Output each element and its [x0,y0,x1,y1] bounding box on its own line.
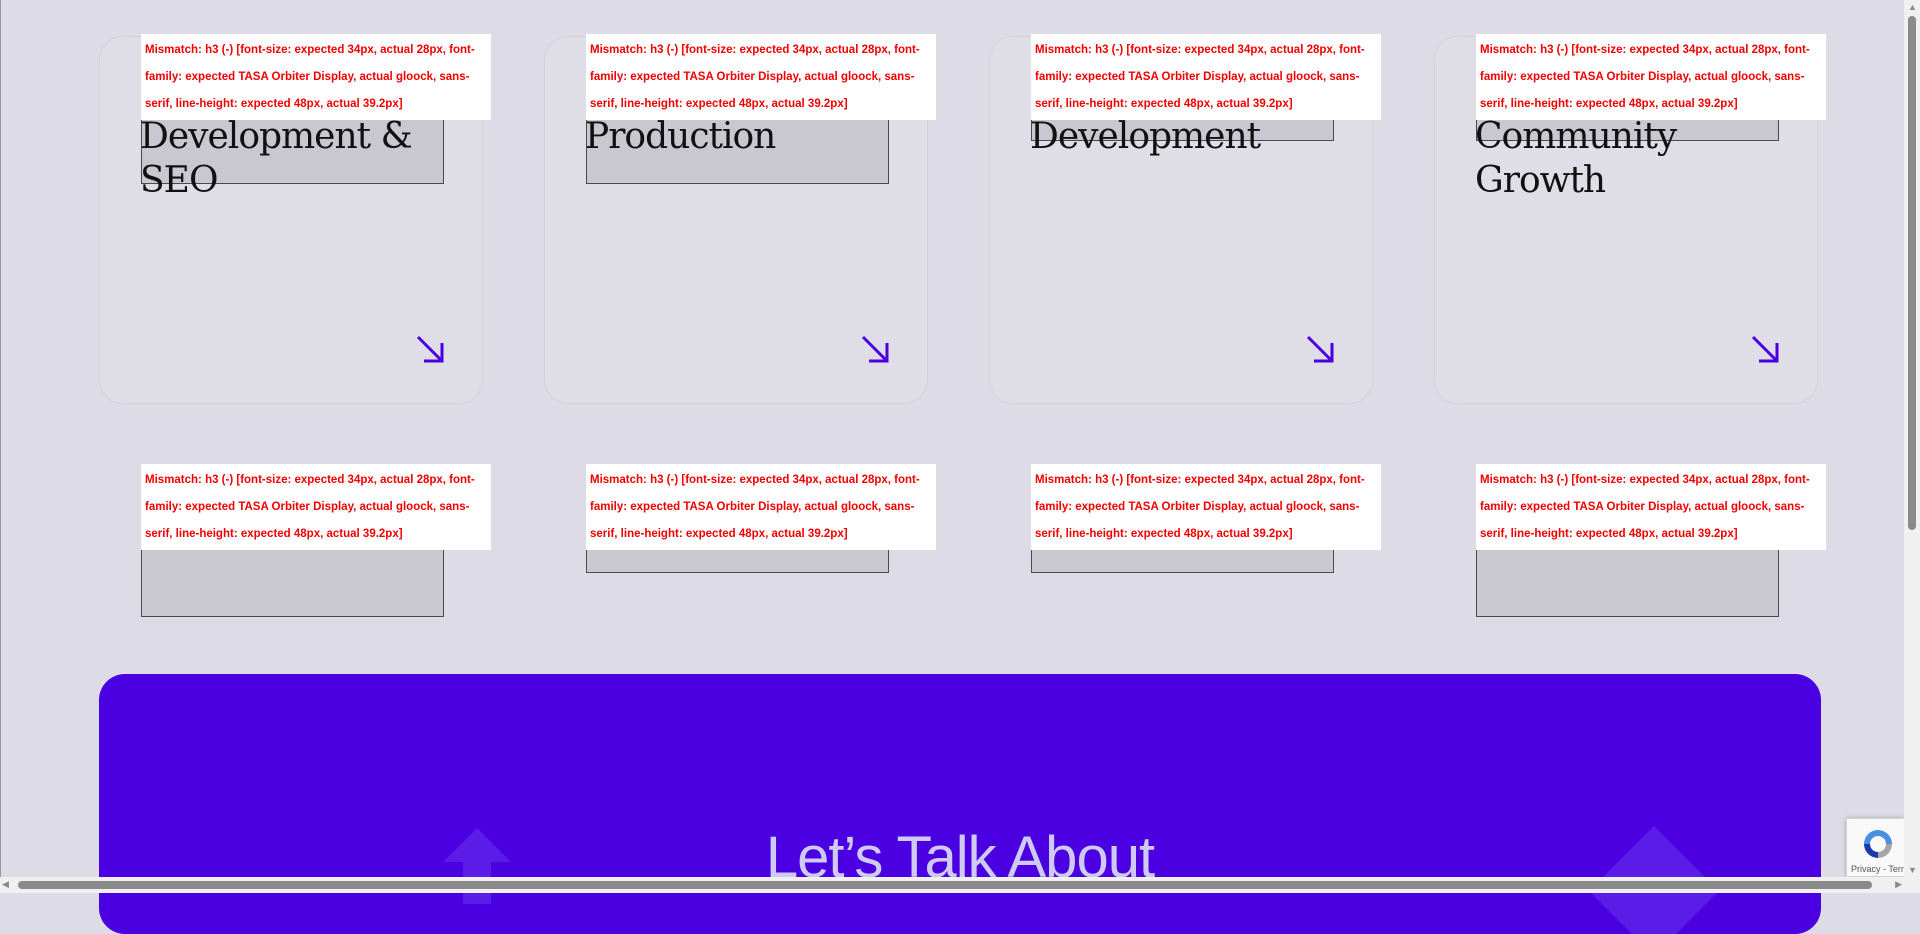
cta-banner: Let’s Talk About [99,674,1821,934]
card-title: Development [1030,116,1261,157]
scrollbar-corner [1904,877,1920,893]
arrow-down-right-icon[interactable] [1749,333,1783,367]
scroll-up-icon[interactable]: ▲ [1908,2,1917,12]
mismatch-warning: Mismatch: h3 (-) [font-size: expected 34… [1476,34,1826,120]
vertical-scrollbar[interactable]: ▲ ▼ [1904,0,1920,877]
recaptcha-icon [1864,830,1892,858]
mismatch-warning: Mismatch: h3 (-) [font-size: expected 34… [141,34,491,120]
scroll-down-icon[interactable]: ▼ [1908,865,1917,875]
mismatch-warning: Mismatch: h3 (-) [font-size: expected 34… [1031,464,1381,550]
arrow-down-right-icon[interactable] [859,333,893,367]
mismatch-warning: Mismatch: h3 (-) [font-size: expected 34… [141,464,491,550]
mismatch-warning: Mismatch: h3 (-) [font-size: expected 34… [586,464,936,550]
card-title: Community Growth [1475,116,1677,201]
card-title: Development & SEO [140,116,413,201]
card-title: Production [585,116,776,157]
mismatch-warning: Mismatch: h3 (-) [font-size: expected 34… [1031,34,1381,120]
horizontal-scrollbar[interactable]: ◀ ▶ [0,877,1904,893]
mismatch-warning: Mismatch: h3 (-) [font-size: expected 34… [1476,464,1826,550]
scroll-right-icon[interactable]: ▶ [1895,879,1902,890]
horizontal-scrollbar-thumb[interactable] [18,881,1872,889]
page-left-border [0,0,1,893]
arrow-down-right-icon[interactable] [414,333,448,367]
arrow-down-right-icon[interactable] [1304,333,1338,367]
vertical-scrollbar-thumb[interactable] [1908,16,1916,530]
scroll-left-icon[interactable]: ◀ [2,879,9,890]
recaptcha-badge[interactable]: Privacy - Terms [1846,818,1913,877]
mismatch-warning: Mismatch: h3 (-) [font-size: expected 34… [586,34,936,120]
